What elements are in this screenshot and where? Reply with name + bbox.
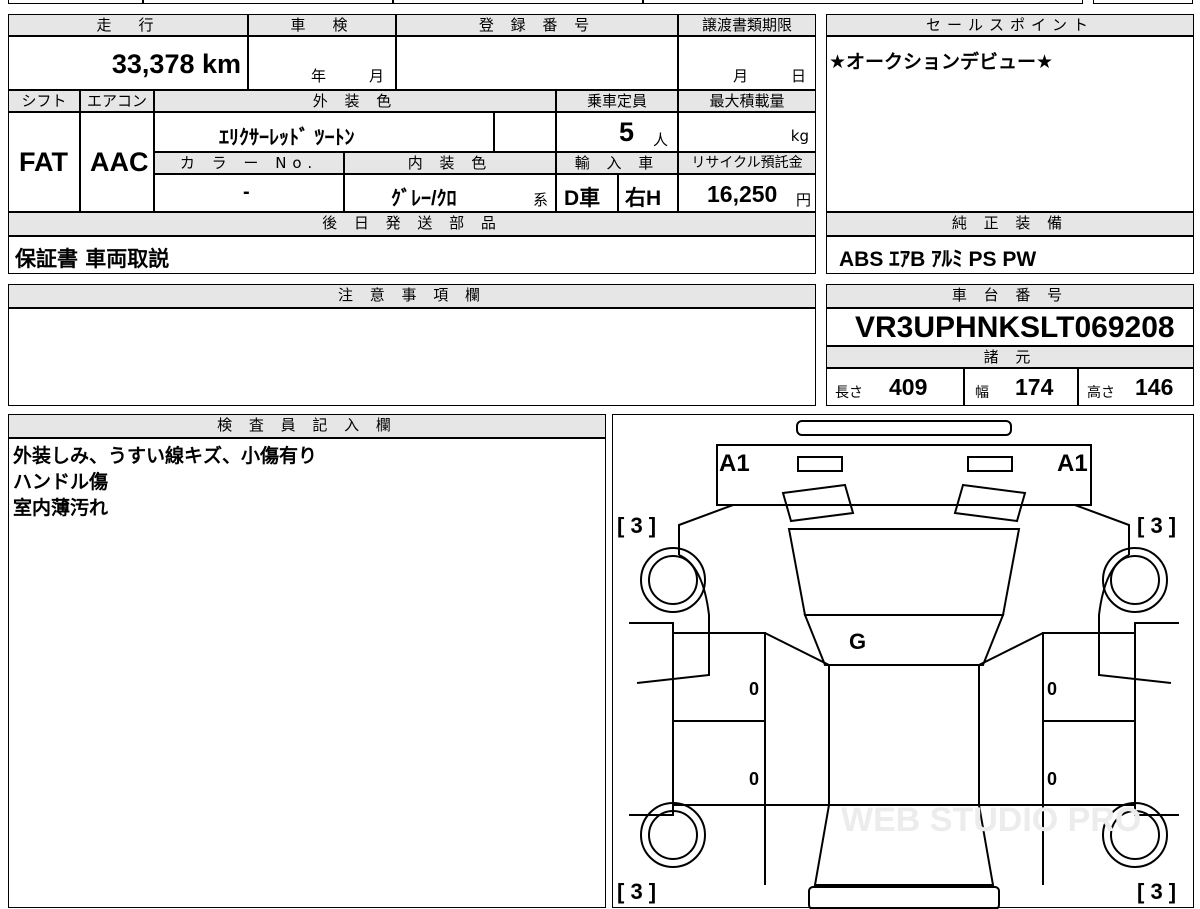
import-h-value: 右H xyxy=(625,187,662,210)
mileage-value: 33,378 km xyxy=(111,49,241,79)
inspection-year: 年 xyxy=(311,67,327,85)
mark-roof: G xyxy=(849,629,866,654)
interior-cell: ｸﾞﾚｰ/ｸﾛ 系 xyxy=(344,174,556,212)
recycle-header: リサイクル預託金 xyxy=(678,152,816,174)
inspection-header: 車 検 xyxy=(248,14,396,36)
interior-header: 内 装 色 xyxy=(344,152,556,174)
later-parts-cell: 保証書 車両取説 xyxy=(8,236,816,274)
transfer-month: 月 xyxy=(733,67,749,85)
chassis-cell: VR3UPHNKSLT069208 xyxy=(826,308,1194,346)
transfer-day: 日 xyxy=(791,67,807,85)
car-diagram: A1 A1 G 0 0 0 0 [ 3 ] [ 3 ] [ 3 ] [ 3 ] … xyxy=(617,420,1179,909)
tire-mark-fr: [ 3 ] xyxy=(1137,513,1176,538)
later-parts-header: 後 日 発 送 部 品 xyxy=(8,212,816,236)
length-cell: 長さ 409 xyxy=(826,368,964,406)
sales-point-value: ★オークションデビュー★ xyxy=(829,51,1054,73)
mark-front-left: A1 xyxy=(719,450,750,477)
tire-mark-rr: [ 3 ] xyxy=(1137,879,1176,904)
interior-suffix: 系 xyxy=(533,191,549,209)
capacity-unit: 人 xyxy=(653,131,669,149)
notes-header: 注 意 事 項 欄 xyxy=(8,284,816,308)
import-header: 輸 入 車 xyxy=(556,152,678,174)
color-no-header: カ ラ ー No. xyxy=(154,152,344,174)
shift-cell: FAT xyxy=(8,112,80,212)
exterior-cell: ｴﾘｸｻｰﾚｯﾄﾞ ﾂｰﾄﾝ xyxy=(154,112,494,152)
length-label: 長さ xyxy=(835,385,863,401)
color-no-cell: - xyxy=(154,174,344,212)
inspector-line: 外装しみ、うすい線キズ、小傷有り xyxy=(13,445,318,467)
dimensions-header: 諸 元 xyxy=(826,346,1194,368)
top-strip-cell-2 xyxy=(143,0,393,4)
width-value: 174 xyxy=(1015,374,1054,400)
chassis-header: 車 台 番 号 xyxy=(826,284,1194,308)
ac-value: AAC xyxy=(90,147,149,177)
top-strip-cell-1 xyxy=(8,0,143,4)
top-strip-cell-4 xyxy=(643,0,1083,4)
capacity-header: 乗車定員 xyxy=(556,90,678,112)
maxload-cell: kg xyxy=(678,112,816,152)
top-strip-cell-3 xyxy=(393,0,643,4)
recycle-cell: 16,250 円 xyxy=(678,174,816,212)
transfer-header: 譲渡書類期限 xyxy=(678,14,816,36)
width-label: 幅 xyxy=(975,385,989,401)
width-cell: 幅 174 xyxy=(964,368,1078,406)
mark-door-fl: 0 xyxy=(749,679,759,699)
mileage-header: 走 行 xyxy=(8,14,248,36)
ac-header: エアコン xyxy=(80,90,154,112)
height-cell: 高さ 146 xyxy=(1078,368,1194,406)
damage-diagram-panel: A1 A1 G 0 0 0 0 [ 3 ] [ 3 ] [ 3 ] [ 3 ] … xyxy=(612,414,1194,909)
exterior-header: 外 装 色 xyxy=(154,90,556,112)
import-h-cell: 右H xyxy=(618,174,678,212)
later-parts-value: 保証書 車両取説 xyxy=(15,247,170,271)
length-value: 409 xyxy=(889,374,928,400)
recycle-value: 16,250 xyxy=(707,181,778,207)
inspector-line: 室内薄汚れ xyxy=(13,497,109,519)
mark-door-rl: 0 xyxy=(749,769,759,789)
shift-value: FAT xyxy=(19,147,68,177)
maxload-header: 最大積載量 xyxy=(678,90,816,112)
notes-cell xyxy=(8,308,816,406)
height-value: 146 xyxy=(1135,374,1174,400)
reg-no-header: 登 録 番 号 xyxy=(396,14,678,36)
inspection-cell: 年 月 xyxy=(248,36,396,90)
transfer-cell: 月 日 xyxy=(678,36,816,90)
top-strip-cell-5 xyxy=(1093,0,1193,4)
chassis-value: VR3UPHNKSLT069208 xyxy=(855,311,1175,344)
recycle-unit: 円 xyxy=(795,191,811,209)
inspector-cell: 外装しみ、うすい線キズ、小傷有り ハンドル傷 室内薄汚れ xyxy=(8,438,606,908)
maxload-unit: kg xyxy=(790,127,809,145)
capacity-cell: 5 人 xyxy=(556,112,678,152)
mark-door-fr: 0 xyxy=(1047,679,1057,699)
exterior-value: ｴﾘｸｻｰﾚｯﾄﾞ ﾂｰﾄﾝ xyxy=(219,127,355,149)
inspection-month: 月 xyxy=(369,67,385,85)
exterior-extra-cell xyxy=(494,112,556,152)
sales-point-cell: ★オークションデビュー★ xyxy=(826,36,1194,212)
inspector-line: ハンドル傷 xyxy=(13,471,109,493)
sales-point-header: セールスポイント xyxy=(826,14,1194,36)
equipment-value: ABS ｴｱB ｱﾙﾐ PS PW xyxy=(839,248,1037,271)
inspector-header: 検 査 員 記 入 欄 xyxy=(8,414,606,438)
tire-mark-fl: [ 3 ] xyxy=(617,513,656,538)
equipment-cell: ABS ｴｱB ｱﾙﾐ PS PW xyxy=(826,236,1194,274)
interior-value: ｸﾞﾚｰ/ｸﾛ xyxy=(391,188,457,210)
shift-header: シフト xyxy=(8,90,80,112)
ac-cell: AAC xyxy=(80,112,154,212)
capacity-value: 5 xyxy=(619,117,635,147)
import-d-cell: D車 xyxy=(556,174,618,212)
mileage-cell: 33,378 km xyxy=(8,36,248,90)
color-no-value: - xyxy=(243,181,250,203)
import-d-value: D車 xyxy=(564,187,601,210)
mark-front-right: A1 xyxy=(1057,450,1088,477)
reg-no-cell xyxy=(396,36,678,90)
equipment-header: 純 正 装 備 xyxy=(826,212,1194,236)
height-label: 高さ xyxy=(1087,385,1115,401)
mark-door-rr: 0 xyxy=(1047,769,1057,789)
watermark: WEB STUDIO PRO xyxy=(841,801,1141,839)
tire-mark-rl: [ 3 ] xyxy=(617,879,656,904)
